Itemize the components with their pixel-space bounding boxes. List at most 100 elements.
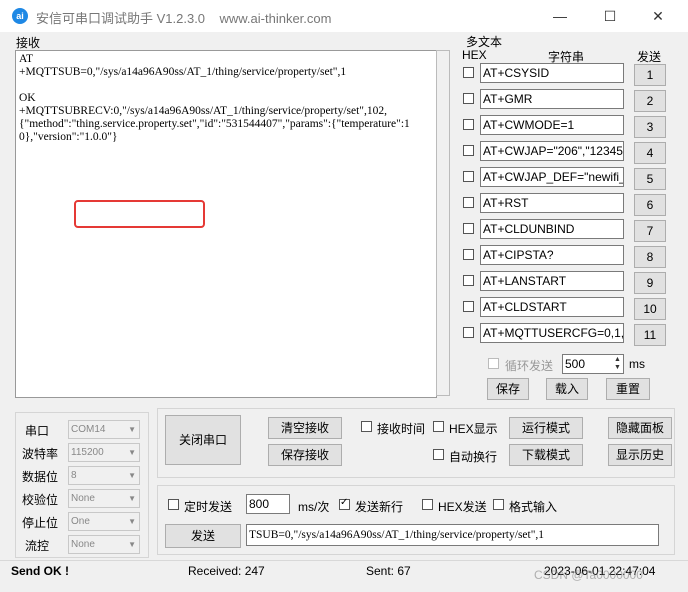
hex-row-checkbox[interactable]	[463, 197, 474, 208]
close-button[interactable]: ✕	[638, 4, 678, 28]
parity-value: None	[71, 493, 95, 504]
command-input[interactable]: AT+RST	[480, 193, 624, 213]
baud-label: 波特率	[22, 447, 59, 461]
chevron-down-icon: ▼	[128, 540, 136, 549]
send-status: Send OK !	[11, 564, 70, 578]
data-bits-label: 数据位	[22, 470, 59, 484]
close-port-button[interactable]: 关闭串口	[165, 415, 241, 465]
data-bits-value: 8	[71, 470, 77, 481]
port-label: 串口	[25, 424, 50, 438]
app-logo-icon: ai	[12, 8, 28, 24]
stop-bits-label: 停止位	[22, 516, 59, 530]
auto-wrap-checkbox[interactable]	[433, 449, 444, 460]
format-input-label: 格式输入	[509, 500, 558, 514]
command-input[interactable]: AT+CSYSID	[480, 63, 624, 83]
hex-header: HEX	[462, 48, 487, 62]
app-window: ai 安信可串口调试助手 V1.2.3.0 www.ai-thinker.com…	[0, 0, 688, 592]
send-row-button[interactable]: 9	[634, 272, 666, 294]
maximize-button[interactable]: ☐	[590, 4, 630, 28]
reset-button[interactable]: 重置	[606, 378, 650, 400]
command-input[interactable]: AT+CWMODE=1	[480, 115, 624, 135]
load-button[interactable]: 载入	[546, 378, 588, 400]
send-interval-unit: ms/次	[298, 500, 330, 514]
stop-bits-select[interactable]: One ▼	[68, 512, 140, 531]
sent-count: Sent: 67	[366, 564, 411, 578]
parity-select[interactable]: None ▼	[68, 489, 140, 508]
loop-send-checkbox[interactable]	[488, 358, 499, 369]
port-select[interactable]: COM14 ▼	[68, 420, 140, 439]
hex-row-checkbox[interactable]	[463, 119, 474, 130]
minimize-button[interactable]: —	[540, 4, 580, 28]
format-input-checkbox[interactable]	[493, 499, 504, 510]
hex-display-label: HEX显示	[449, 422, 498, 436]
send-newline-checkbox[interactable]: ✓	[339, 497, 350, 510]
chevron-down-icon: ▼	[128, 471, 136, 480]
send-row-button[interactable]: 11	[634, 324, 666, 346]
command-input[interactable]: AT+MQTTUSERCFG=0,1,"	[480, 323, 624, 343]
save-button[interactable]: 保存	[487, 378, 529, 400]
chevron-down-icon: ▼	[128, 425, 136, 434]
send-row-button[interactable]: 10	[634, 298, 666, 320]
hide-panel-button[interactable]: 隐藏面板	[608, 417, 672, 439]
chevron-down-icon: ▼	[128, 517, 136, 526]
save-receive-button[interactable]: 保存接收	[268, 444, 342, 466]
data-bits-select[interactable]: 8 ▼	[68, 466, 140, 485]
hex-row-checkbox[interactable]	[463, 327, 474, 338]
command-input[interactable]: AT+GMR	[480, 89, 624, 109]
hex-display-checkbox[interactable]	[433, 421, 444, 432]
send-row-button[interactable]: 4	[634, 142, 666, 164]
title-bar: ai 安信可串口调试助手 V1.2.3.0 www.ai-thinker.com…	[0, 0, 688, 32]
download-mode-button[interactable]: 下载模式	[509, 444, 583, 466]
loop-interval-value: 500	[565, 357, 586, 371]
hex-row-checkbox[interactable]	[463, 67, 474, 78]
hex-row-checkbox[interactable]	[463, 275, 474, 286]
hex-send-label: HEX发送	[438, 500, 487, 514]
hex-row-checkbox[interactable]	[463, 171, 474, 182]
receive-time-checkbox[interactable]	[361, 421, 372, 432]
hex-row-checkbox[interactable]	[463, 93, 474, 104]
clear-receive-button[interactable]: 清空接收	[268, 417, 342, 439]
receive-label: 接收	[16, 36, 41, 50]
hex-row-checkbox[interactable]	[463, 145, 474, 156]
flow-control-label: 流控	[25, 539, 50, 553]
show-history-button[interactable]: 显示历史	[608, 444, 672, 466]
loop-send-label: 循环发送	[505, 359, 554, 373]
send-row-button[interactable]: 3	[634, 116, 666, 138]
command-input[interactable]: AT+CWJAP="206","1234567	[480, 141, 624, 161]
hex-row-checkbox[interactable]	[463, 223, 474, 234]
baud-select[interactable]: 115200 ▼	[68, 443, 140, 462]
run-mode-button[interactable]: 运行模式	[509, 417, 583, 439]
command-input[interactable]: AT+CLDSTART	[480, 297, 624, 317]
flow-control-select[interactable]: None ▼	[68, 535, 140, 554]
spinner-icon[interactable]: ▲ ▼	[614, 356, 622, 372]
command-input[interactable]: AT+CWJAP_DEF="newifi_	[480, 167, 624, 187]
send-header: 发送	[637, 50, 662, 64]
timed-send-checkbox[interactable]	[168, 499, 179, 510]
receive-time-label: 接收时间	[377, 422, 426, 436]
send-row-button[interactable]: 5	[634, 168, 666, 190]
port-value: COM14	[71, 424, 106, 435]
chevron-down-icon: ▼	[128, 494, 136, 503]
hex-row-checkbox[interactable]	[463, 249, 474, 260]
timed-send-label: 定时发送	[184, 500, 233, 514]
flow-control-value: None	[71, 539, 95, 550]
send-input[interactable]: TSUB=0,"/sys/a14a96A90ss/AT_1/thing/serv…	[246, 524, 659, 546]
send-row-button[interactable]: 6	[634, 194, 666, 216]
command-input[interactable]: AT+CLDUNBIND	[480, 219, 624, 239]
send-row-button[interactable]: 8	[634, 246, 666, 268]
send-row-button[interactable]: 1	[634, 64, 666, 86]
parity-label: 校验位	[22, 493, 59, 507]
hex-row-checkbox[interactable]	[463, 301, 474, 312]
receive-scrollbar[interactable]	[436, 50, 450, 396]
receive-text: AT +MQTTSUB=0,"/sys/a14a96A90ss/AT_1/thi…	[19, 53, 410, 143]
command-input[interactable]: AT+CIPSTA?	[480, 245, 624, 265]
receive-textarea[interactable]: AT +MQTTSUB=0,"/sys/a14a96A90ss/AT_1/thi…	[15, 50, 437, 398]
hex-send-checkbox[interactable]	[422, 499, 433, 510]
send-button[interactable]: 发送	[165, 524, 241, 548]
loop-interval-input[interactable]: 500 ▲ ▼	[562, 354, 624, 374]
send-interval-input[interactable]: 800	[246, 494, 290, 514]
received-count: Received: 247	[188, 564, 265, 578]
send-row-button[interactable]: 7	[634, 220, 666, 242]
send-row-button[interactable]: 2	[634, 90, 666, 112]
command-input[interactable]: AT+LANSTART	[480, 271, 624, 291]
